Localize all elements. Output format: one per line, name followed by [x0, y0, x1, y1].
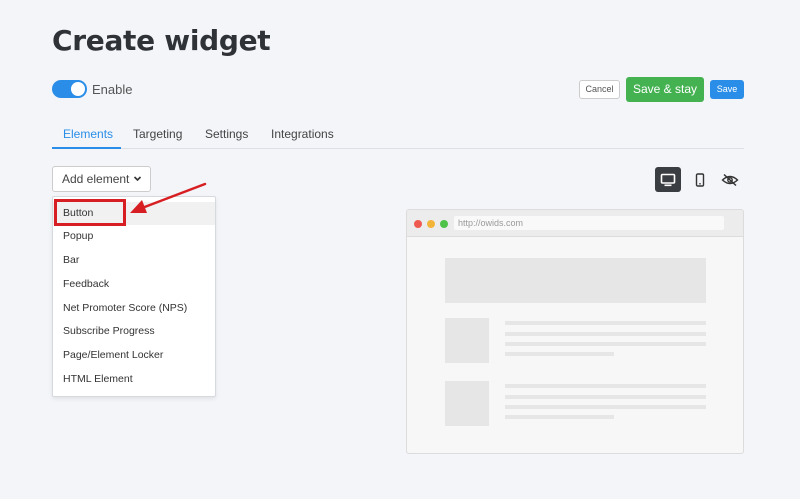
- placeholder-line: [505, 395, 706, 399]
- hide-view-button[interactable]: [717, 167, 743, 192]
- maximize-dot-icon: [440, 220, 448, 228]
- browser-toolbar: http://owids.com: [407, 210, 743, 237]
- tab-integrations[interactable]: Integrations: [271, 127, 334, 141]
- dropdown-item-page-element-locker[interactable]: Page/Element Locker: [53, 344, 215, 367]
- placeholder-line: [505, 332, 706, 336]
- mobile-icon: [695, 172, 705, 187]
- desktop-icon: [660, 173, 676, 186]
- placeholder-line: [505, 405, 706, 409]
- add-element-label: Add element: [62, 172, 130, 186]
- enable-toggle[interactable]: [52, 80, 87, 98]
- dropdown-item-nps[interactable]: Net Promoter Score (NPS): [53, 297, 215, 320]
- tab-settings[interactable]: Settings: [205, 127, 248, 141]
- toggle-knob: [71, 82, 85, 96]
- dropdown-item-bar[interactable]: Bar: [53, 249, 215, 272]
- page-title: Create widget: [52, 24, 271, 57]
- tab-bar: Elements Targeting Settings Integrations: [52, 122, 744, 149]
- dropdown-item-html-element[interactable]: HTML Element: [53, 368, 215, 391]
- placeholder-line: [505, 384, 706, 388]
- placeholder-line: [505, 352, 614, 356]
- element-dropdown: Button Popup Bar Feedback Net Promoter S…: [52, 196, 216, 397]
- mobile-view-button[interactable]: [687, 167, 713, 192]
- dropdown-item-feedback[interactable]: Feedback: [53, 273, 215, 296]
- placeholder-thumbnail: [445, 381, 489, 426]
- desktop-view-button[interactable]: [655, 167, 681, 192]
- minimize-dot-icon: [427, 220, 435, 228]
- tab-elements[interactable]: Elements: [63, 127, 113, 141]
- active-tab-indicator: [52, 147, 121, 149]
- placeholder-line: [505, 415, 614, 419]
- annotation-arrow-icon: [130, 182, 207, 213]
- hide-icon: [721, 173, 739, 186]
- dropdown-item-subscribe-progress[interactable]: Subscribe Progress: [53, 320, 215, 343]
- close-dot-icon: [414, 220, 422, 228]
- placeholder-line: [505, 321, 706, 325]
- cancel-button[interactable]: Cancel: [579, 80, 620, 99]
- annotation-highlight-box: [54, 199, 126, 226]
- placeholder-line: [505, 342, 706, 346]
- widget-preview: http://owids.com: [406, 209, 744, 454]
- dropdown-item-popup[interactable]: Popup: [53, 225, 215, 248]
- save-and-stay-button[interactable]: Save & stay: [626, 77, 704, 102]
- tab-targeting[interactable]: Targeting: [133, 127, 182, 141]
- placeholder-thumbnail: [445, 318, 489, 363]
- placeholder-banner: [445, 258, 706, 303]
- enable-label: Enable: [92, 82, 133, 97]
- save-button[interactable]: Save: [710, 80, 744, 99]
- url-bar: http://owids.com: [454, 216, 724, 230]
